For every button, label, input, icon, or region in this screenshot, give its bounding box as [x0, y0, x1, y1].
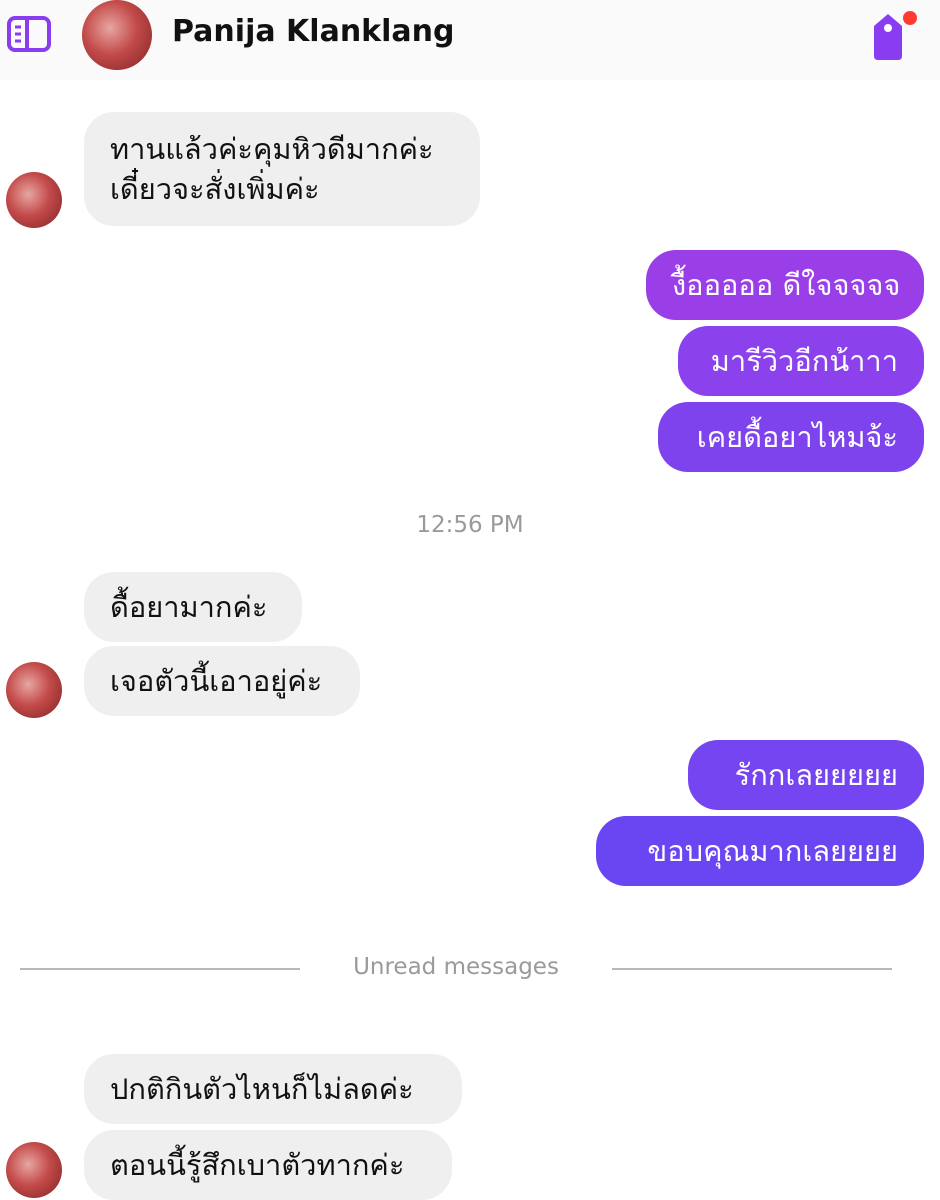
message-text: ปกติกินตัวไหนก็ไม่ลดค่ะ: [110, 1072, 414, 1106]
unread-messages-label: Unread messages: [353, 954, 559, 980]
message-text: งื้อออออ ดีใจจจจจ: [672, 268, 901, 302]
message-text: ทานแล้วค่ะคุมหิวดีมากค่ะ: [110, 132, 434, 166]
incoming-message-bubble[interactable]: ดื้อยามากค่ะ: [84, 572, 302, 642]
sender-avatar[interactable]: [6, 1142, 62, 1198]
outgoing-message-bubble[interactable]: ขอบคุณมากเลยยยย: [596, 816, 924, 886]
message-text: ขอบคุณมากเลยยยย: [647, 834, 898, 868]
sender-avatar[interactable]: [6, 662, 62, 718]
conversation-header: Panija Klanklang: [0, 0, 940, 80]
incoming-message-bubble[interactable]: เจอตัวนี้เอาอยู่ค่ะ: [84, 646, 360, 716]
outgoing-message-bubble[interactable]: เคยดื้อยาไหมจ้ะ: [658, 402, 924, 472]
message-text: เคยดื้อยาไหมจ้ะ: [696, 420, 898, 454]
message-timestamp: 12:56 PM: [416, 512, 524, 538]
message-text: เดี๋ยวจะสั่งเพิ่มค่ะ: [110, 172, 320, 206]
message-text: มารีวิวอีกน้าาา: [710, 344, 898, 378]
message-text: รักกเลยยยยย: [734, 758, 898, 792]
incoming-message-bubble[interactable]: ตอนนี้รู้สึกเบาตัวทากค่ะ: [84, 1130, 452, 1200]
contact-avatar[interactable]: [82, 0, 152, 70]
sidebar-toggle-button[interactable]: [6, 14, 52, 54]
sender-avatar[interactable]: [6, 172, 62, 228]
outgoing-message-bubble[interactable]: มารีวิวอีกน้าาา: [678, 326, 924, 396]
unread-divider-left: [20, 968, 300, 970]
message-text: ตอนนี้รู้สึกเบาตัวทากค่ะ: [110, 1148, 405, 1182]
sidebar-toggle-icon: [7, 16, 51, 52]
tag-icon: [874, 11, 917, 60]
incoming-message-bubble[interactable]: ทานแล้วค่ะคุมหิวดีมากค่ะ เดี๋ยวจะสั่งเพิ…: [84, 112, 480, 226]
contact-name[interactable]: Panija Klanklang: [172, 14, 454, 49]
message-text: ดื้อยามากค่ะ: [110, 590, 268, 624]
unread-divider-right: [612, 968, 892, 970]
message-text: เจอตัวนี้เอาอยู่ค่ะ: [110, 664, 323, 698]
outgoing-message-bubble[interactable]: รักกเลยยยยย: [688, 740, 924, 810]
notification-dot: [903, 11, 917, 25]
incoming-message-bubble[interactable]: ปกติกินตัวไหนก็ไม่ลดค่ะ: [84, 1054, 462, 1124]
tag-button[interactable]: [864, 6, 924, 64]
outgoing-message-bubble[interactable]: งื้อออออ ดีใจจจจจ: [646, 250, 924, 320]
